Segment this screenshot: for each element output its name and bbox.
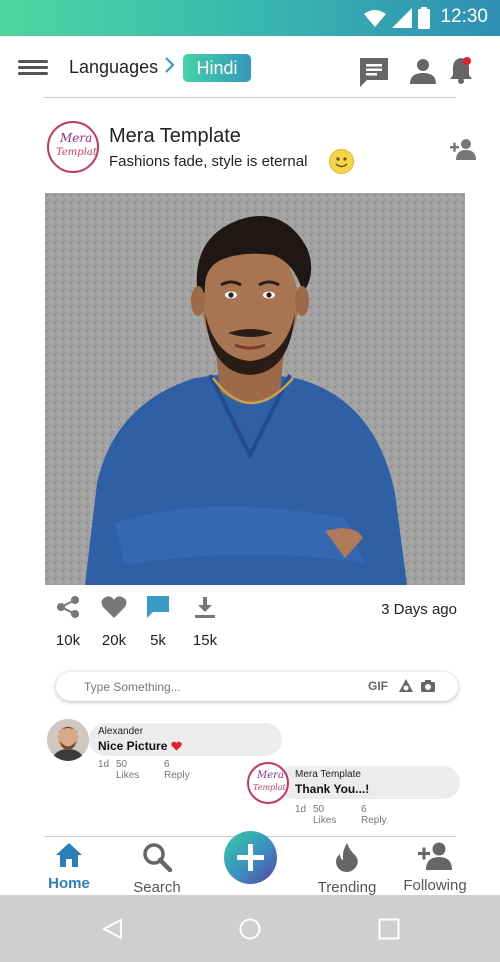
download-icon [195, 597, 215, 618]
share-icon [57, 596, 79, 618]
commenter-avatar[interactable]: Mera Template [247, 762, 289, 804]
comment-author[interactable]: Mera Template [295, 769, 361, 780]
status-bar: 12:30 [0, 0, 500, 36]
follow-user-icon[interactable] [449, 138, 477, 160]
language-selector[interactable]: Hindi [183, 54, 251, 82]
recents-icon[interactable] [378, 918, 400, 940]
comment-age: 1d [98, 759, 110, 770]
share-action[interactable]: 10k [48, 595, 88, 649]
sticker-icon[interactable] [398, 678, 414, 694]
search-icon [143, 843, 173, 873]
logo-text: Mera [257, 770, 284, 781]
comment-likes[interactable]: 50 Likes [313, 804, 336, 826]
nav-label: Home [48, 875, 90, 892]
logo-text: Template [253, 783, 289, 792]
comment-count: 5k [150, 632, 166, 649]
chat-icon[interactable] [358, 56, 390, 88]
post-actions: 10k 20k 5k 15k 3 Days ago [0, 595, 500, 650]
back-icon[interactable] [101, 918, 123, 940]
home-circle-icon[interactable] [239, 918, 261, 940]
comment-bubble: Mera Template Thank You...! [276, 766, 460, 799]
like-count: 20k [101, 632, 127, 649]
comment-icon [147, 596, 169, 618]
nav-label: Search [133, 879, 181, 896]
nav-home[interactable]: Home [44, 842, 94, 892]
system-nav-bar [0, 895, 500, 962]
post-header: Mera Template Mera Template Fashions fad… [0, 118, 500, 178]
flame-icon [336, 843, 358, 872]
chevron-right-icon [165, 57, 175, 73]
comment-action[interactable]: 5k [138, 595, 178, 649]
create-post-button[interactable] [224, 831, 277, 884]
nav-label: Trending [317, 879, 377, 896]
heart-icon [171, 741, 182, 751]
menu-icon[interactable] [18, 60, 48, 76]
logo-text: Mera [60, 131, 93, 145]
comment-age: 1d [295, 804, 307, 815]
comment-input-box: GIF [56, 672, 458, 701]
add-user-icon [418, 842, 452, 870]
download-count: 15k [192, 632, 218, 649]
heart-icon [101, 596, 127, 618]
comment-likes[interactable]: 50 Likes [116, 759, 139, 781]
comment-text: Nice Picture [98, 739, 182, 753]
comment-replies[interactable]: 6 Reply [164, 759, 190, 781]
comment-author[interactable]: Alexander [98, 726, 143, 737]
profile-icon[interactable] [410, 58, 436, 84]
comment-bubble: Alexander Nice Picture [89, 723, 282, 756]
download-action[interactable]: 15k [185, 595, 225, 649]
nav-label: Following [403, 877, 467, 894]
post-author-name[interactable]: Mera Template [109, 125, 241, 148]
share-count: 10k [55, 632, 81, 649]
like-action[interactable]: 20k [94, 595, 134, 649]
gif-button[interactable]: GIF [368, 679, 388, 693]
comment-text: Thank You...! [295, 782, 370, 796]
wifi-icon [364, 10, 386, 27]
logo-text: Template [56, 147, 99, 158]
nav-trending[interactable]: Trending [314, 842, 380, 896]
author-avatar[interactable]: Mera Template [47, 121, 99, 173]
notification-bell-icon[interactable] [449, 56, 473, 84]
comment-input[interactable] [84, 672, 354, 701]
home-icon [56, 843, 82, 867]
commenter-avatar[interactable] [47, 719, 89, 761]
breadcrumb-languages[interactable]: Languages [69, 57, 158, 78]
signal-icon [392, 8, 412, 28]
post-timestamp: 3 Days ago [381, 601, 457, 618]
post-tagline: Fashions fade, style is eternal [109, 153, 308, 170]
plus-icon [237, 844, 264, 871]
nav-search[interactable]: Search [130, 842, 184, 896]
smiley-icon [329, 149, 354, 174]
camera-icon[interactable] [420, 678, 436, 694]
header-divider [44, 97, 456, 98]
post-image[interactable] [45, 193, 465, 585]
comment-replies[interactable]: 6 Reply [361, 804, 387, 826]
nav-following[interactable]: Following [400, 842, 470, 894]
battery-icon [418, 7, 430, 29]
status-icons [364, 6, 430, 30]
top-header: Languages Hindi [0, 36, 500, 98]
status-time: 12:30 [440, 6, 488, 27]
